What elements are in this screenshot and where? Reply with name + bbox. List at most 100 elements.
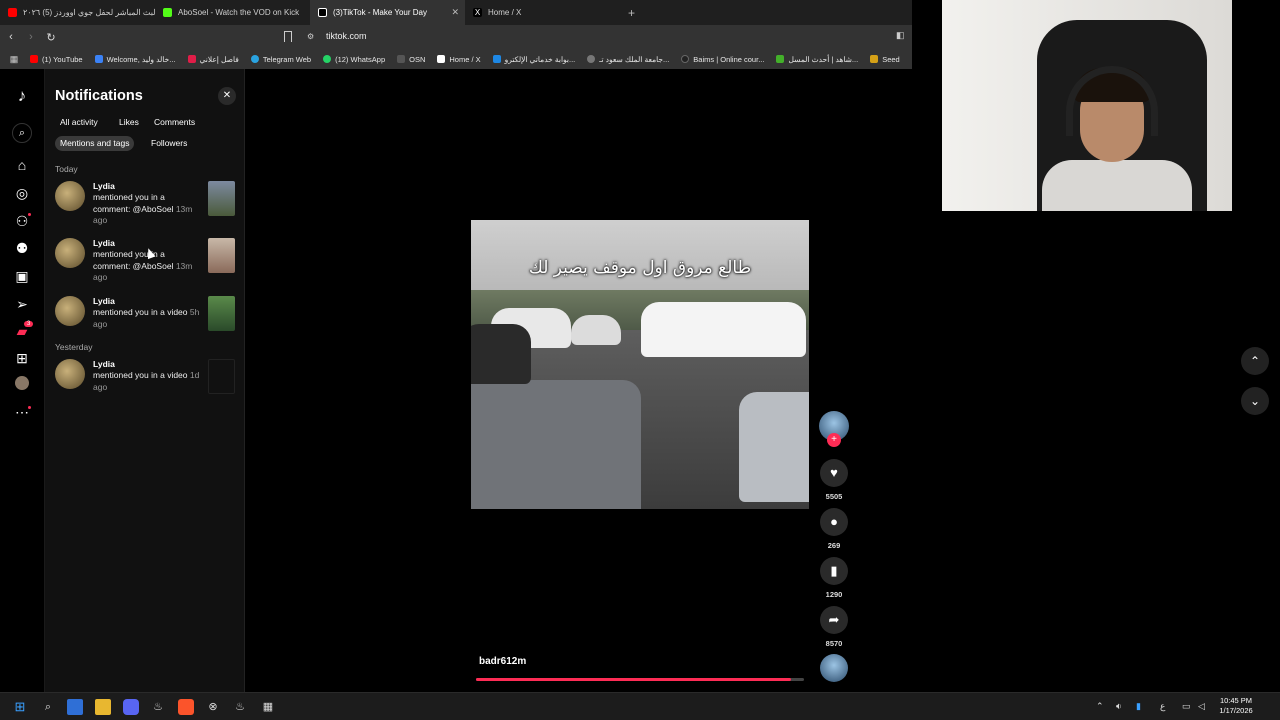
system-clock[interactable]: 10:45 PM 1/17/2026 bbox=[1212, 696, 1260, 716]
clock-time: 10:45 PM bbox=[1219, 696, 1253, 705]
site-icon bbox=[94, 55, 103, 63]
more-icon[interactable]: ⋯ bbox=[12, 402, 32, 422]
filter-mentions-and-tags[interactable]: Mentions and tags bbox=[55, 136, 135, 151]
kick-icon bbox=[163, 8, 172, 17]
filter-all-activity[interactable]: All activity bbox=[55, 115, 103, 130]
avatar[interactable] bbox=[55, 296, 85, 326]
extension-icon[interactable]: ◧ bbox=[896, 30, 905, 41]
tiktok-logo-icon[interactable]: ♪ bbox=[12, 86, 32, 106]
bookmark-item[interactable]: شاهد | أحدث المسل... bbox=[776, 55, 858, 64]
notification-item[interactable]: Lydia mentioned you in a comment: @AboSo… bbox=[55, 181, 240, 235]
bookmark-item[interactable]: بوابة خدماتي الإلكترو... bbox=[492, 55, 575, 64]
search-icon[interactable]: ⌕ bbox=[12, 123, 32, 143]
profile-avatar[interactable] bbox=[15, 376, 29, 390]
notification-user[interactable]: Lydia bbox=[93, 296, 115, 306]
save-button[interactable]: ▮ bbox=[820, 557, 848, 585]
avatar[interactable] bbox=[55, 359, 85, 389]
windows-taskbar: ⊞ ⌕ ♨ ⊗ ♨ ▦ ⌃ 🔉︎ ▮ ع ▭ ◁ 10:45 PM 1/17/2… bbox=[0, 692, 1280, 720]
tab-x-home[interactable]: X Home / X bbox=[465, 0, 620, 25]
volume-icon[interactable]: 🔉︎ bbox=[1116, 701, 1122, 712]
steam-icon[interactable]: ♨ bbox=[232, 699, 248, 715]
filter-likes[interactable]: Likes bbox=[114, 115, 144, 130]
avatar[interactable] bbox=[55, 238, 85, 268]
whatsapp-icon bbox=[323, 55, 332, 63]
previous-video-button[interactable]: ⌃ bbox=[1241, 347, 1269, 375]
explore-icon[interactable]: ◎ bbox=[12, 183, 32, 203]
bookmark-item[interactable]: Welcome, خالد وليد... bbox=[94, 55, 176, 64]
new-tab-button[interactable]: + bbox=[628, 6, 635, 20]
windows-start-icon[interactable]: ⊞ bbox=[12, 699, 28, 715]
share-button[interactable]: ➦ bbox=[820, 606, 848, 634]
bookmark-item[interactable]: (12) WhatsApp bbox=[323, 55, 385, 64]
notification-user[interactable]: Lydia bbox=[93, 238, 115, 248]
video-progress-bar[interactable] bbox=[476, 678, 804, 681]
bookmark-item[interactable]: جامعة الملك سعود تـ... bbox=[587, 55, 669, 64]
music-disc-avatar[interactable] bbox=[820, 654, 848, 682]
filter-followers[interactable]: Followers bbox=[146, 136, 192, 151]
video-frame-car bbox=[739, 392, 809, 502]
messages-icon[interactable]: ➢ bbox=[12, 294, 32, 314]
home-icon[interactable]: ⌂ bbox=[12, 155, 32, 175]
address-bar-row: ‹ › ↻ ⚙ tiktok.com ◧ bbox=[0, 25, 912, 49]
forward-button[interactable]: › bbox=[22, 31, 40, 43]
url-field[interactable]: tiktok.com bbox=[326, 31, 367, 41]
bookmark-icon: ▮ bbox=[830, 563, 838, 578]
comment-button[interactable]: ● bbox=[820, 508, 848, 536]
notification-dot bbox=[28, 213, 31, 216]
app-icon[interactable]: ▦ bbox=[260, 699, 276, 715]
video-author[interactable]: badr612m bbox=[479, 656, 526, 667]
tab-youtube-live[interactable]: البث المباشر لحفل جوي اووردز (5) ٢٠٢٦ bbox=[0, 0, 155, 25]
video-caption: طالع مروق اول موقف يصير لك bbox=[528, 258, 752, 278]
site-icon bbox=[587, 55, 596, 63]
section-yesterday: Yesterday bbox=[55, 342, 93, 352]
live-icon[interactable]: ▣ bbox=[12, 266, 32, 286]
photos-icon[interactable] bbox=[67, 699, 83, 715]
brave-browser-icon[interactable] bbox=[178, 699, 194, 715]
apps-grid-icon[interactable]: ▦ bbox=[4, 54, 24, 65]
back-button[interactable]: ‹ bbox=[2, 31, 20, 43]
tab-label: (3)TikTok - Make Your Day bbox=[333, 8, 427, 17]
section-today: Today bbox=[55, 164, 78, 174]
filter-comments[interactable]: Comments bbox=[149, 115, 200, 130]
reload-button[interactable]: ↻ bbox=[42, 31, 60, 44]
next-video-button[interactable]: ⌄ bbox=[1241, 387, 1269, 415]
tray-chevron-icon[interactable]: ⌃ bbox=[1096, 701, 1104, 712]
notification-user[interactable]: Lydia bbox=[93, 181, 115, 191]
bookmark-item[interactable]: Baims | Online cour... bbox=[681, 55, 764, 64]
tab-kick[interactable]: AboSoel - Watch the VOD on Kick bbox=[155, 0, 310, 25]
xbox-icon[interactable]: ⊗ bbox=[205, 699, 221, 715]
file-explorer-icon[interactable] bbox=[95, 699, 111, 715]
like-button[interactable]: ♥ bbox=[820, 459, 848, 487]
notification-thumbnail[interactable] bbox=[208, 238, 235, 273]
notification-thumbnail[interactable] bbox=[208, 359, 235, 394]
notification-thumbnail[interactable] bbox=[208, 296, 235, 331]
bookmark-item[interactable]: OSN bbox=[397, 55, 425, 64]
notification-item[interactable]: Lydia mentioned you in a comment: @AboSo… bbox=[55, 238, 240, 292]
site-settings-icon[interactable]: ⚙ bbox=[307, 32, 314, 41]
bookmark-item[interactable]: Telegram Web bbox=[250, 55, 311, 64]
network-icon[interactable]: ▭ bbox=[1182, 701, 1191, 712]
bookmark-item[interactable]: Seed bbox=[870, 55, 900, 64]
bookmark-icon[interactable] bbox=[284, 31, 292, 42]
steam-icon[interactable]: ♨ bbox=[150, 699, 166, 715]
video-player[interactable]: طالع مروق اول موقف يصير لك bbox=[471, 220, 809, 509]
tab-tiktok[interactable]: (3)TikTok - Make Your Day ✕ bbox=[310, 0, 465, 25]
close-icon[interactable]: ✕ bbox=[218, 87, 236, 105]
friends-icon[interactable]: ⚉ bbox=[12, 238, 32, 258]
notification-user[interactable]: Lydia bbox=[93, 359, 115, 369]
bookmark-item[interactable]: Home / X bbox=[437, 55, 481, 64]
microphone-icon[interactable]: ▮ bbox=[1136, 701, 1141, 712]
search-icon[interactable]: ⌕ bbox=[40, 699, 56, 715]
notification-item[interactable]: Lydia mentioned you in a video 1d ago bbox=[55, 359, 240, 413]
avatar[interactable] bbox=[55, 181, 85, 211]
bookmark-item[interactable]: (1) YouTube bbox=[30, 55, 83, 64]
language-indicator[interactable]: ع bbox=[1160, 701, 1165, 712]
notification-thumbnail[interactable] bbox=[208, 181, 235, 216]
x-icon: X bbox=[473, 8, 482, 17]
follow-plus-icon[interactable]: + bbox=[827, 433, 841, 447]
bookmark-item[interactable]: فاصل إعلاني bbox=[187, 55, 239, 64]
close-tab-icon[interactable]: ✕ bbox=[451, 7, 459, 18]
upload-icon[interactable]: ⊞ bbox=[12, 348, 32, 368]
speaker-icon[interactable]: ◁ bbox=[1198, 701, 1205, 712]
discord-icon[interactable] bbox=[123, 699, 139, 715]
